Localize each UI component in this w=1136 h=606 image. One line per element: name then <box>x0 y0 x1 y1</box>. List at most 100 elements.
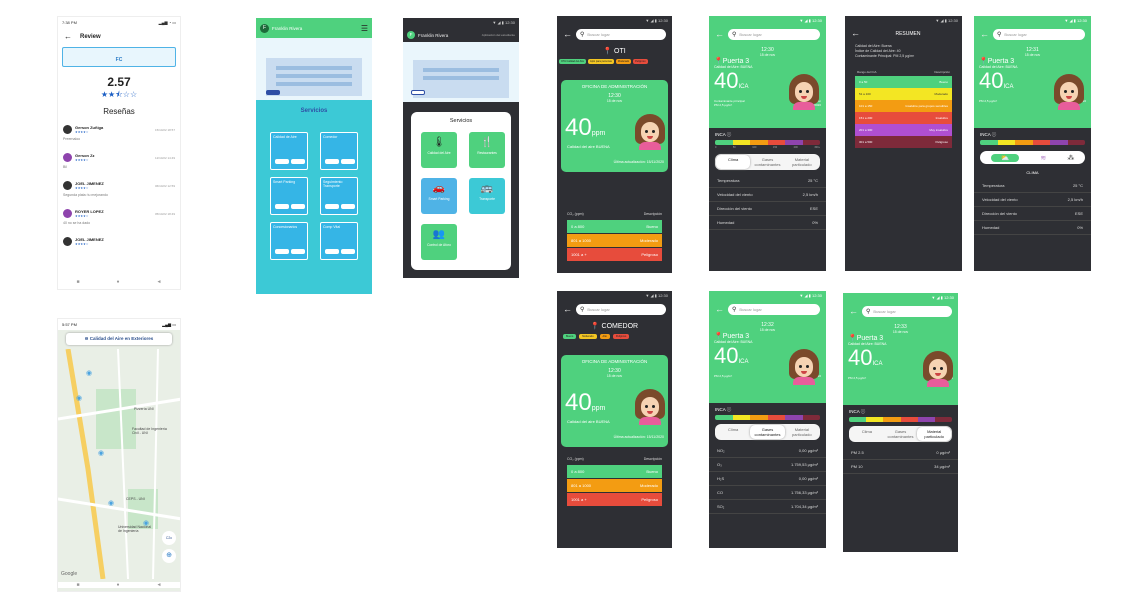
wind-icon[interactable]: ≋ <box>1040 154 1046 162</box>
table-row: 0 a 800 Bueno <box>567 220 662 233</box>
chip-danger[interactable]: Peligroso <box>612 334 630 339</box>
back-arrow-icon[interactable]: ← <box>851 29 860 38</box>
service-tile[interactable]: 🚗 Smart Parking <box>421 178 457 214</box>
nav-square-icon[interactable]: ■ <box>76 582 79 588</box>
tab-particulate[interactable]: Material particulado <box>785 425 819 439</box>
review-text: Bil <box>63 165 67 169</box>
user-name: Franklin Rivera <box>418 32 449 38</box>
map-marker-icon[interactable]: ◉ <box>98 449 104 457</box>
chip-moderate[interactable]: Moderado <box>615 59 632 64</box>
car-icon <box>291 159 305 164</box>
back-arrow-icon[interactable]: ← <box>563 30 572 39</box>
nav-back-icon[interactable]: ◄ <box>157 582 162 588</box>
back-arrow-icon[interactable]: ← <box>715 30 724 39</box>
range-cell: 801 a 1000 <box>571 238 592 243</box>
scale-tick: 0 <box>715 146 717 149</box>
user-avatar[interactable]: F <box>260 23 269 33</box>
ica-value: 40 <box>979 68 1004 93</box>
chip-high[interactable]: Alto <box>599 334 610 339</box>
tab-gases[interactable]: Gases contaminantes <box>750 155 784 169</box>
search-input[interactable]: ⚲ Buscar lugar <box>993 29 1085 40</box>
user-avatar[interactable]: F <box>407 31 415 39</box>
row-value: 0% <box>1077 225 1083 230</box>
service-tile[interactable]: 🚌 Transporte <box>469 178 505 214</box>
reviewer-stars: ★★★★☆ <box>75 158 89 162</box>
locate-me-button[interactable]: ⊕ <box>162 549 176 563</box>
back-arrow-icon[interactable]: ← <box>849 307 858 316</box>
table-row: 201 a 300 Muy insalubre <box>855 124 952 136</box>
updated-label: Última actualización: 15/11/2020 <box>613 435 664 439</box>
service-tile[interactable]: 🌡 Calidad del Aire <box>421 132 457 168</box>
back-arrow-icon[interactable]: ← <box>715 305 724 314</box>
row-value: 34 μg/m³ <box>934 464 950 469</box>
chips-row: OTA Calidad del Aire Apto para personas … <box>557 59 672 64</box>
place-title: 📍Puerta 3 <box>714 333 750 340</box>
nav-square-icon[interactable]: ■ <box>76 279 79 285</box>
back-arrow-icon[interactable]: ← <box>980 30 989 39</box>
back-arrow-icon[interactable]: ← <box>563 305 572 314</box>
service-tile[interactable]: Comp Vital <box>320 222 358 260</box>
nav-bar: ■ ● ◄ <box>58 279 180 285</box>
menu-icon[interactable]: ☰ <box>361 24 368 33</box>
chip-moderate[interactable]: Moderado <box>579 334 597 339</box>
tab-clima[interactable]: Clima <box>850 427 884 441</box>
search-input[interactable]: ⚲ Buscar lugar <box>728 29 820 40</box>
map-marker-icon[interactable]: ◉ <box>76 394 82 402</box>
tabs: Clima Gases contaminantes Material particu… <box>715 424 820 440</box>
map-title-chip[interactable]: ≋ Calidad del Aire en Exteriores <box>66 333 172 345</box>
comedor-screen: ▼ ◢ ▮ 12:30 ← ⚲ Buscar lugar 📍 COMEDOR Bue… <box>557 291 672 548</box>
service-tile[interactable]: Seguimiento Transporte <box>320 177 358 215</box>
map-label-fic: Facultad de Ingeniería Civil - UNI <box>132 427 167 435</box>
chip-danger[interactable]: Peligroso <box>633 59 648 64</box>
map-marker-icon[interactable]: ◉ <box>108 499 114 507</box>
chip-good[interactable]: Bueno <box>563 334 577 339</box>
service-tile-label: Comp Vital <box>323 225 341 229</box>
app-subtitle: Aplicación del estudiante <box>481 33 515 37</box>
service-tile-label: Control de Aforo <box>427 243 451 247</box>
service-tile-label: Restaurantes <box>477 151 497 155</box>
services-heading: Servicios <box>449 118 473 124</box>
row-value: 0,00 μg/m³ <box>798 476 818 481</box>
status-time: 7:38 PM <box>62 20 77 25</box>
map-marker-icon[interactable]: ◉ <box>86 369 92 377</box>
tab-particulate[interactable]: Material particulado <box>785 155 819 169</box>
nav-back-icon[interactable]: ◄ <box>157 279 162 285</box>
nav-home-icon[interactable]: ● <box>117 582 120 588</box>
service-tile[interactable]: 🍴 Restaurantes <box>469 132 505 168</box>
chip-sensitive[interactable]: Apto para personas <box>588 59 614 64</box>
car-icon <box>341 159 355 164</box>
tab-gases[interactable]: Gases contaminantes <box>884 427 918 441</box>
map-badge[interactable]: C2c <box>162 531 176 545</box>
desc-cell: Insalubre para grupos sensibles <box>905 104 948 108</box>
co2-value: 40 <box>565 114 592 141</box>
search-input[interactable]: ⚲ Buscar lugar <box>576 304 666 315</box>
search-input[interactable]: ⚲ Buscar lugar <box>576 29 666 40</box>
search-input[interactable]: ⚲ Buscar lugar <box>862 306 952 317</box>
service-tile[interactable]: Smart Parking <box>270 177 308 215</box>
service-tile[interactable]: 👥 Control de Aforo <box>421 224 457 260</box>
molecule-icon[interactable]: ⁂ <box>1067 154 1074 162</box>
tab-clima[interactable]: Clima <box>716 155 751 169</box>
service-tile-label: Smart Parking <box>273 180 296 184</box>
service-tile[interactable]: Concesionarios <box>270 222 308 260</box>
nav-bar: ■ ● ◄ <box>58 582 180 588</box>
reviewer-stars: ★★★★☆ <box>75 186 89 190</box>
back-arrow-icon[interactable]: ← <box>64 32 72 41</box>
search-input[interactable]: ⚲ Buscar lugar <box>728 304 820 315</box>
map-canvas[interactable] <box>58 349 181 579</box>
sun-cloud-icon[interactable]: ⛅ <box>990 153 1020 162</box>
tab-clima[interactable]: Clima <box>716 425 750 439</box>
nav-home-icon[interactable]: ● <box>117 279 120 285</box>
service-tile[interactable]: Comedor <box>320 132 358 170</box>
table-row: 0 a 800 Bueno <box>567 465 662 478</box>
chip-air[interactable]: OTA Calidad del Aire <box>559 59 587 64</box>
table-head-co2: CO₂ (ppm) <box>567 457 584 461</box>
tab-particulate[interactable]: Material particulado <box>917 427 952 441</box>
clima-icons-toggle[interactable]: ⛅ ≋ ⁂ <box>980 151 1085 164</box>
service-tile[interactable]: Calidad de Aire <box>270 132 308 170</box>
review-item: Gerson Zz ★★★★☆ 12/10/22 14:49 Bil <box>58 150 180 172</box>
tab-gases[interactable]: Gases contaminantes <box>750 425 785 439</box>
girl-avatar-icon <box>1054 74 1084 110</box>
updated-label: Última actualización: 15/11/2020 <box>613 160 664 164</box>
service-icon: 🌡 <box>432 137 446 148</box>
